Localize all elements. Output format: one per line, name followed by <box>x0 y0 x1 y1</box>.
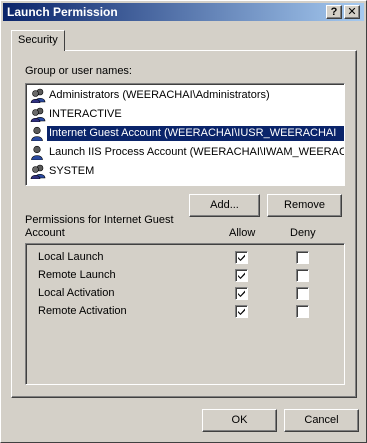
user-name-label: INTERACTIVE <box>49 108 122 120</box>
permission-row: Remote Activation <box>26 303 344 321</box>
permission-name: Remote Activation <box>38 305 127 317</box>
user-name-label: Launch IIS Process Account (WEERACHAI\IW… <box>49 146 345 158</box>
deny-checkbox[interactable] <box>296 269 309 282</box>
permissions-label-line1: Permissions for Internet Guest <box>25 214 174 226</box>
users-group-icon <box>30 88 46 104</box>
user-icon <box>30 145 46 161</box>
remove-button[interactable]: Remove <box>267 194 342 217</box>
ok-button[interactable]: OK <box>202 409 277 432</box>
user-list-item[interactable]: Administrators (WEERACHAI\Administrators… <box>30 87 344 104</box>
security-tab-panel: Group or user names: Administrators (WEE… <box>11 50 357 398</box>
group-or-user-names-list[interactable]: Administrators (WEERACHAI\Administrators… <box>25 83 345 186</box>
cancel-button[interactable]: Cancel <box>284 409 359 432</box>
deny-checkbox[interactable] <box>296 305 309 318</box>
user-name-label: Administrators (WEERACHAI\Administrators… <box>49 89 270 101</box>
user-icon <box>30 126 46 142</box>
launch-permission-dialog: Launch Permission ? ✕ Security Group or … <box>0 0 367 443</box>
permission-name: Local Launch <box>38 251 104 263</box>
permission-name: Remote Launch <box>38 269 116 281</box>
tab-security[interactable]: Security <box>11 30 65 51</box>
deny-column-header: Deny <box>290 227 316 239</box>
user-name-label: Internet Guest Account (WEERACHAI\IUSR_W… <box>47 126 344 141</box>
permissions-list: Local Launch Remote Launch Local Activatio… <box>25 243 345 385</box>
help-button[interactable]: ? <box>326 5 342 19</box>
users-group-icon <box>30 107 46 123</box>
users-group-icon <box>30 164 46 180</box>
allow-checkbox[interactable] <box>235 287 248 300</box>
window-title: Launch Permission <box>7 5 118 19</box>
group-or-user-names-label: Group or user names: <box>25 65 132 77</box>
user-name-label: SYSTEM <box>49 165 95 177</box>
title-bar[interactable]: Launch Permission <box>3 3 364 21</box>
allow-checkbox[interactable] <box>235 305 248 318</box>
user-list-item[interactable]: INTERACTIVE <box>30 106 344 123</box>
deny-checkbox[interactable] <box>296 287 309 300</box>
close-button[interactable]: ✕ <box>344 5 360 19</box>
deny-checkbox[interactable] <box>296 251 309 264</box>
permissions-label-line2: Account <box>25 227 65 239</box>
user-list-item[interactable]: Launch IIS Process Account (WEERACHAI\IW… <box>30 144 345 161</box>
user-list-item[interactable]: SYSTEM <box>30 163 344 180</box>
permission-row: Remote Launch <box>26 267 344 285</box>
user-list-item[interactable]: Internet Guest Account (WEERACHAI\IUSR_W… <box>30 125 344 142</box>
permission-row: Local Activation <box>26 285 344 303</box>
add-button[interactable]: Add... <box>189 194 260 217</box>
allow-checkbox[interactable] <box>235 251 248 264</box>
allow-column-header: Allow <box>229 227 256 239</box>
allow-checkbox[interactable] <box>235 269 248 282</box>
permission-row: Local Launch <box>26 249 344 267</box>
permission-name: Local Activation <box>38 287 115 299</box>
